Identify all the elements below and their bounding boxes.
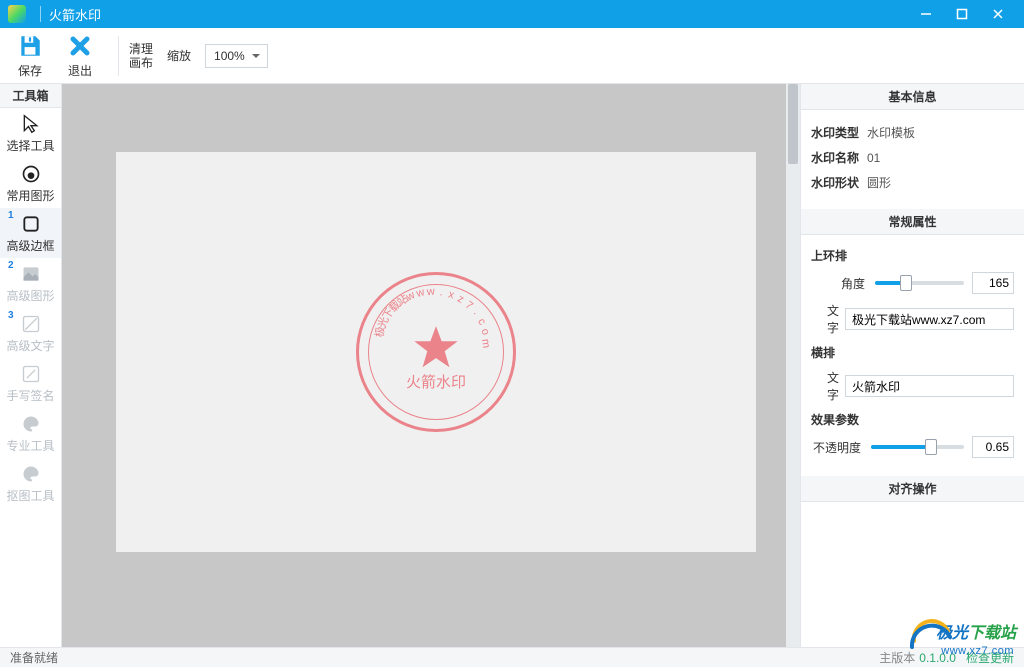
canvas-area[interactable]: 极光下载站www.xz7.com 火箭水印 xyxy=(62,84,800,647)
minimize-button[interactable] xyxy=(908,0,944,28)
palette-icon xyxy=(21,413,41,435)
opacity-slider[interactable] xyxy=(871,437,964,457)
tool-advanced-shape[interactable]: 2 高级图形 xyxy=(0,258,61,308)
cursor-icon xyxy=(21,113,41,135)
top-arc-group: 上环排 xyxy=(811,247,1014,264)
opacity-input[interactable] xyxy=(972,436,1014,458)
brand-url: www.xz7.com xyxy=(941,645,1014,657)
tool-advanced-border[interactable]: 1 高级边框 xyxy=(0,208,61,258)
properties-panel: 基本信息 水印类型水印模板 水印名称01 水印形状圆形 常规属性 上环排 角度 … xyxy=(800,84,1024,647)
save-label: 保存 xyxy=(8,62,52,79)
pen-icon xyxy=(21,363,41,385)
brand-logo: 极光下载站 xyxy=(936,619,1016,643)
exit-button[interactable]: 退出 xyxy=(58,32,102,79)
zoom-value: 100% xyxy=(214,49,245,63)
app-logo-icon xyxy=(8,5,26,23)
toolbox-sidebar: 工具箱 选择工具 常用图形 1 高级边框 2 高级图形 3 高级文字 手写签名 xyxy=(0,84,62,647)
tool-pro-tools[interactable]: 专业工具 xyxy=(0,408,61,458)
clear-canvas-button[interactable]: 清理 画布 xyxy=(129,42,153,70)
close-icon xyxy=(58,32,102,60)
zoom-select[interactable]: 100% xyxy=(205,44,268,68)
text-icon xyxy=(21,313,41,335)
image-icon xyxy=(21,263,41,285)
save-button[interactable]: 保存 xyxy=(8,32,52,79)
zoom-label: 缩放 xyxy=(167,49,191,63)
save-icon xyxy=(8,32,52,60)
basic-info-header: 基本信息 xyxy=(801,84,1024,110)
canvas[interactable]: 极光下载站www.xz7.com 火箭水印 xyxy=(116,152,756,552)
star-icon xyxy=(410,322,462,377)
tool-advanced-text[interactable]: 3 高级文字 xyxy=(0,308,61,358)
angle-slider[interactable] xyxy=(875,273,964,293)
toolbar: 保存 退出 清理 画布 缩放 100% xyxy=(0,28,1024,84)
maximize-button[interactable] xyxy=(944,0,980,28)
tool-common-shape[interactable]: 常用图形 xyxy=(0,158,61,208)
horizontal-group: 横排 xyxy=(811,344,1014,361)
watermark-shape-value: 圆形 xyxy=(867,174,891,191)
close-button[interactable] xyxy=(980,0,1016,28)
stamp-horizontal-text: 火箭水印 xyxy=(356,371,516,392)
titlebar: 火箭水印 xyxy=(0,0,1024,28)
align-ops-header: 对齐操作 xyxy=(801,476,1024,502)
angle-input[interactable] xyxy=(972,272,1014,294)
square-icon xyxy=(21,213,41,235)
watermark-name-value: 01 xyxy=(867,151,880,165)
exit-label: 退出 xyxy=(58,62,102,79)
stamp-preview[interactable]: 极光下载站www.xz7.com 火箭水印 xyxy=(356,272,516,432)
statusbar: 准备就绪 主版本 0.1.0.0 检查更新 xyxy=(0,647,1024,667)
common-props-header: 常规属性 xyxy=(801,209,1024,235)
toolbox-header: 工具箱 xyxy=(0,84,61,108)
app-title: 火箭水印 xyxy=(49,5,101,24)
scrollbar-thumb[interactable] xyxy=(788,84,798,164)
toolbar-separator xyxy=(118,36,119,76)
watermark-type-value: 水印模板 xyxy=(867,124,915,141)
circle-icon xyxy=(21,163,41,185)
titlebar-divider xyxy=(40,6,41,22)
palette2-icon xyxy=(21,463,41,485)
canvas-scrollbar[interactable] xyxy=(786,84,800,647)
horizontal-text-input[interactable] xyxy=(845,375,1014,397)
tool-select[interactable]: 选择工具 xyxy=(0,108,61,158)
effect-group: 效果参数 xyxy=(811,411,1014,428)
tool-handwrite-sign[interactable]: 手写签名 xyxy=(0,358,61,408)
tool-cutout[interactable]: 抠图工具 xyxy=(0,458,61,508)
top-arc-text-input[interactable] xyxy=(845,308,1014,330)
status-ready: 准备就绪 xyxy=(10,649,58,666)
